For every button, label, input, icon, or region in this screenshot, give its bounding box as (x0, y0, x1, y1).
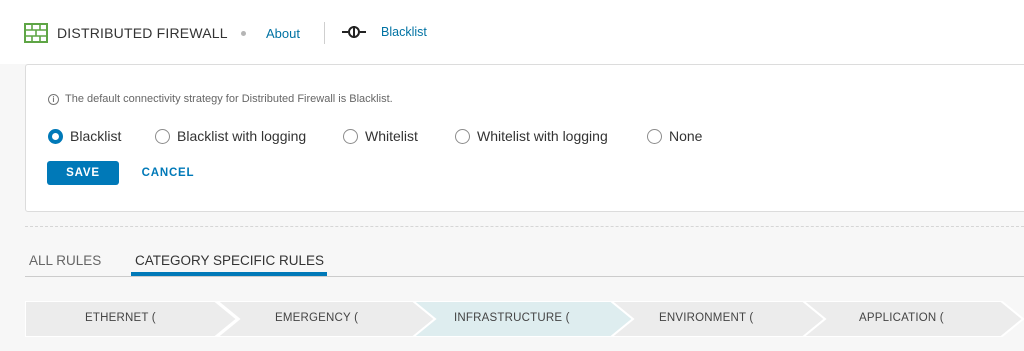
radio-label: Whitelist with logging (477, 128, 608, 144)
firewall-brick-icon (24, 23, 48, 43)
category-stepper: ETHERNET ( EMERGENCY ( INFRASTRUCTURE ( … (25, 301, 1024, 337)
separator-dot (241, 31, 246, 36)
cancel-button[interactable]: CANCEL (136, 161, 200, 185)
info-message: i The default connectivity strategy for … (48, 93, 393, 105)
category-label: APPLICATION ( (859, 312, 944, 324)
page-header: DISTRIBUTED FIREWALL About Blacklist (0, 0, 1024, 64)
radio-circle[interactable] (155, 128, 170, 144)
section-divider (25, 226, 1024, 227)
tab-all-rules[interactable]: ALL RULES (29, 253, 101, 268)
category-label: INFRASTRUCTURE ( (454, 312, 570, 324)
radio-label: None (669, 128, 703, 144)
radio-label: Whitelist (365, 128, 418, 144)
connectivity-icon (342, 26, 366, 38)
radio-label: Blacklist with logging (177, 128, 307, 144)
radio-circle[interactable] (455, 128, 470, 144)
about-link[interactable]: About (266, 26, 300, 41)
save-button[interactable]: SAVE (47, 161, 119, 185)
radio-circle[interactable] (343, 128, 358, 144)
category-label: ENVIRONMENT ( (659, 312, 754, 324)
category-label: ETHERNET ( (85, 312, 156, 324)
info-text: The default connectivity strategy for Di… (65, 93, 393, 105)
strategy-link[interactable]: Blacklist (381, 25, 427, 39)
radio-whitelist[interactable]: Whitelist (343, 128, 418, 144)
radio-whitelist-with-logging[interactable]: Whitelist with logging (455, 128, 608, 144)
radio-blacklist[interactable]: Blacklist (48, 128, 121, 144)
connectivity-strategy-card: i The default connectivity strategy for … (25, 64, 1024, 212)
radio-blacklist-with-logging[interactable]: Blacklist with logging (155, 128, 306, 144)
radio-circle[interactable] (647, 128, 662, 144)
radio-label: Blacklist (70, 128, 122, 144)
header-divider (324, 22, 325, 44)
tab-category-specific-rules[interactable]: CATEGORY SPECIFIC RULES (135, 253, 324, 268)
tabs-baseline (25, 276, 1024, 277)
page-title: DISTRIBUTED FIREWALL (57, 25, 228, 41)
info-icon: i (48, 93, 59, 105)
radio-none[interactable]: None (647, 128, 702, 144)
category-label: EMERGENCY ( (275, 312, 359, 324)
radio-circle[interactable] (48, 128, 63, 144)
